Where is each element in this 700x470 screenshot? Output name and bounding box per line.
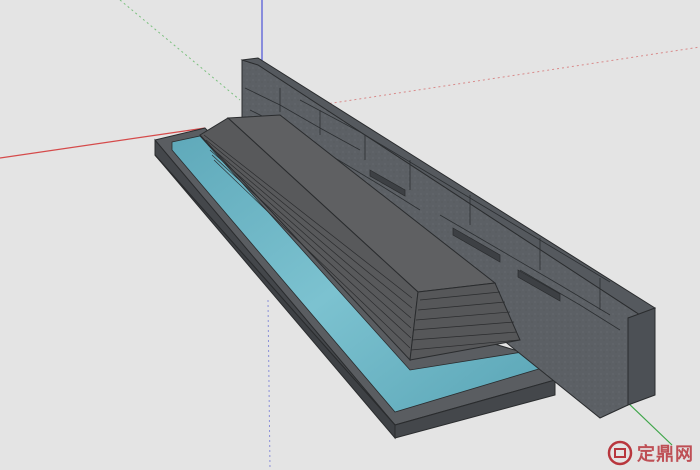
watermark-text: 定鼎网 bbox=[637, 444, 694, 465]
scene-canvas[interactable] bbox=[0, 0, 700, 470]
sketchup-3d-viewport[interactable]: 定鼎网 bbox=[0, 0, 700, 470]
red-axis-dotted bbox=[299, 46, 700, 109]
green-axis bbox=[624, 399, 673, 446]
blue-axis-dotted bbox=[267, 299, 271, 470]
wall-end bbox=[627, 307, 656, 406]
green-axis-dotted bbox=[119, 0, 241, 101]
watermark: 定鼎网 bbox=[607, 440, 694, 466]
dingding-logo-icon bbox=[607, 440, 633, 466]
